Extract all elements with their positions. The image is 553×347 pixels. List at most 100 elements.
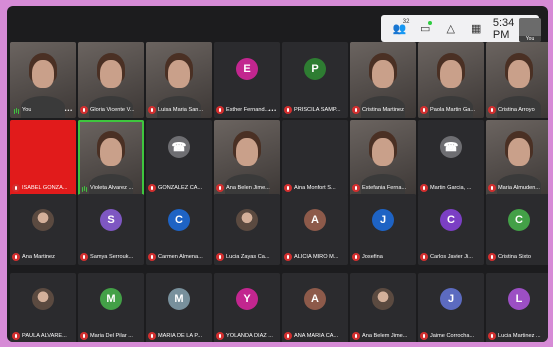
- mic-muted-icon: [488, 106, 496, 114]
- avatar-grid: Ana Martinez S Samya Serrouk... C Carmen Alm…: [10, 194, 548, 342]
- mic-muted-icon: [80, 106, 88, 114]
- participant-label: Gloria Vicente V...: [80, 105, 142, 115]
- participant-label: Samya Serrouk...: [80, 252, 142, 262]
- participant-tile[interactable]: ISABEL GONZA...: [10, 120, 76, 196]
- participant-tile[interactable]: Cristina Martinez: [350, 42, 416, 118]
- mic-muted-icon: [80, 253, 88, 261]
- participant-tile[interactable]: P PRISCILA SAMP...: [282, 42, 348, 118]
- mic-muted-icon: [148, 184, 156, 192]
- participant-label: MARIA DE LA P...: [148, 331, 210, 341]
- participant-tile[interactable]: C Carmen Almena...: [146, 194, 212, 265]
- participant-tile[interactable]: Aina Monfort S...: [282, 120, 348, 196]
- participant-name: You: [22, 107, 32, 113]
- participant-name: Jaime Corrocha...: [430, 333, 475, 339]
- self-preview-tile[interactable]: You: [519, 18, 541, 42]
- chat-icon[interactable]: ▭: [412, 19, 437, 39]
- participant-tile[interactable]: ☎ Martin Garcia, ...: [418, 120, 484, 196]
- participant-tile[interactable]: PAULA ALVARE...: [10, 273, 76, 342]
- mic-muted-icon: [284, 253, 292, 261]
- participant-video: [100, 59, 122, 88]
- participant-tile[interactable]: C Carlos Javier Ji...: [418, 194, 484, 265]
- avatar-initial: A: [304, 287, 326, 310]
- avatar: [32, 208, 54, 231]
- avatar-initial: Y: [236, 287, 258, 310]
- avatar-initial: C: [508, 208, 530, 231]
- participant-name: Estefania Ferna...: [362, 185, 407, 191]
- participant-label: Violeta Alvarez ...: [80, 183, 142, 193]
- participant-label: Lucia Martinez ...: [488, 331, 548, 341]
- participant-tile[interactable]: C Cristina Sixto: [486, 194, 548, 265]
- participant-tile[interactable]: Maria Almuden...: [486, 120, 548, 196]
- participant-label: Josefina: [352, 252, 414, 262]
- participant-tile[interactable]: J Josefina: [350, 194, 416, 265]
- participant-name: Carmen Almena...: [158, 254, 203, 260]
- participant-label: Ana Martinez: [12, 252, 74, 262]
- participant-tile[interactable]: A ALICIA MIRO M...: [282, 194, 348, 265]
- participant-label: ANA MARIA CA...: [284, 331, 346, 341]
- participant-tile[interactable]: Ana Belem Jime...: [350, 273, 416, 342]
- participant-tile[interactable]: Estefania Ferna...: [350, 120, 416, 196]
- avatar: [372, 287, 394, 310]
- participant-name: GONZALEZ CA...: [158, 185, 203, 191]
- participant-tile[interactable]: J Jaime Corrocha...: [418, 273, 484, 342]
- participant-tile[interactable]: Gloria Vicente V...: [78, 42, 144, 118]
- participant-label: PAULA ALVARE...: [12, 331, 74, 341]
- more-options-icon[interactable]: •••: [65, 108, 73, 114]
- participant-tile[interactable]: M MARIA DE LA P...: [146, 273, 212, 342]
- avatar-initial: C: [168, 208, 190, 231]
- participant-tile[interactable]: A ANA MARIA CA...: [282, 273, 348, 342]
- participant-tile[interactable]: Y YOLANDA DIAZ ...: [214, 273, 280, 342]
- participant-video: [440, 59, 462, 88]
- participant-name: YOLANDA DIAZ ...: [226, 333, 273, 339]
- avatar-initial: C: [440, 208, 462, 231]
- participant-tile[interactable]: S Samya Serrouk...: [78, 194, 144, 265]
- self-preview-label: You: [519, 36, 541, 42]
- mic-muted-icon: [352, 253, 360, 261]
- participant-tile[interactable]: ☎ GONZALEZ CA...: [146, 120, 212, 196]
- participant-tile[interactable]: Violeta Alvarez ...: [78, 120, 144, 196]
- participant-name: Gloria Vicente V...: [90, 107, 135, 113]
- participant-name: Maria Almuden...: [498, 185, 540, 191]
- avatar-initial: M: [168, 287, 190, 310]
- participant-video: [372, 137, 394, 166]
- mic-muted-icon: [420, 253, 428, 261]
- participant-tile[interactable]: E Esther Fernand... •••: [214, 42, 280, 118]
- mic-muted-icon: [148, 253, 156, 261]
- participant-label: ALICIA MIRO M...: [284, 252, 346, 262]
- participant-tile[interactable]: Paola Martin Ga...: [418, 42, 484, 118]
- participant-name: PAULA ALVARE...: [22, 333, 67, 339]
- participant-tile[interactable]: Luisa Maria San...: [146, 42, 212, 118]
- participant-tile[interactable]: L Lucia Martinez ...: [486, 273, 548, 342]
- mic-muted-icon: [488, 184, 496, 192]
- participant-tile[interactable]: Ana Martinez: [10, 194, 76, 265]
- grid-view-icon[interactable]: ▦: [463, 19, 488, 39]
- phone-icon: ☎: [440, 136, 462, 159]
- participant-name: Maria Del Pilar ...: [90, 333, 133, 339]
- participant-name: Lucia Martinez ...: [498, 333, 541, 339]
- activities-icon[interactable]: △: [438, 19, 463, 39]
- participant-name: Josefina: [362, 254, 383, 260]
- participant-video: [508, 59, 530, 88]
- participant-tile[interactable]: You •••: [10, 42, 76, 118]
- participant-label: Cristina Arroyo: [488, 105, 548, 115]
- mic-muted-icon: [284, 332, 292, 340]
- meeting-window: You ••• Gloria Vicente V... Luisa Maria San…: [7, 6, 548, 342]
- participant-label: Martin Garcia, ...: [420, 183, 482, 193]
- avatar-initial: M: [100, 287, 122, 310]
- mic-muted-icon: [420, 184, 428, 192]
- participant-tile[interactable]: M Maria Del Pilar ...: [78, 273, 144, 342]
- participants-icon[interactable]: 👥 32: [387, 19, 412, 39]
- participant-label: Jaime Corrocha...: [420, 331, 482, 341]
- participant-tile[interactable]: Lucia Zayas Ca...: [214, 194, 280, 265]
- participant-label: Ana Belem Jime...: [352, 331, 414, 341]
- avatar: [236, 208, 258, 231]
- participant-video: [508, 137, 530, 166]
- participant-tile[interactable]: Cristina Arroyo: [486, 42, 548, 118]
- participant-tile[interactable]: Ana Belen Jime...: [214, 120, 280, 196]
- mic-muted-icon: [284, 106, 292, 114]
- participant-name: Aina Monfort S...: [294, 185, 336, 191]
- participant-label: Cristina Martinez: [352, 105, 414, 115]
- video-grid: You ••• Gloria Vicente V... Luisa Maria San…: [10, 42, 548, 196]
- more-options-icon[interactable]: •••: [269, 108, 277, 114]
- participant-name: Carlos Javier Ji...: [430, 254, 473, 260]
